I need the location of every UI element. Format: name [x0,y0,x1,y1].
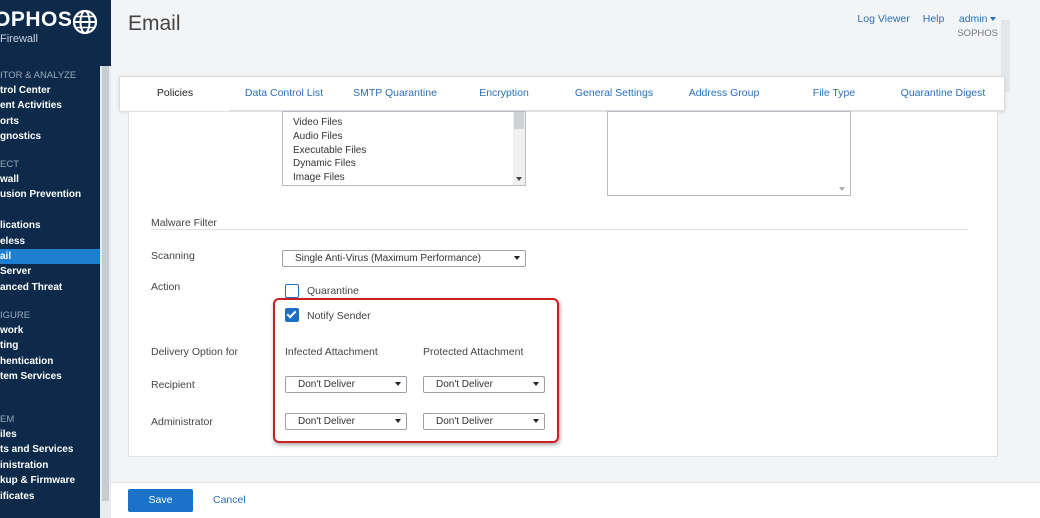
sidebar-item-backup-firmware[interactable]: kup & Firmware [0,473,100,488]
sidebar-scrollbar-thumb[interactable] [102,66,109,501]
sidebar-item-network[interactable]: work [0,323,100,338]
sidebar-item-intrusion-prevention[interactable]: usion Prevention [0,187,100,202]
admin-username[interactable]: admin [959,13,988,25]
globe-icon [72,9,98,35]
list-item[interactable]: Executable Files [283,144,525,158]
sidebar-item-certificates[interactable]: ificates [0,489,100,504]
log-viewer-link[interactable]: Log Viewer [857,13,909,39]
sidebar-section-title: IGURE [0,310,31,321]
sidebar-item-current-activities[interactable]: ent Activities [0,98,100,113]
scanning-label: Scanning [151,250,195,262]
highlight-annotation [273,298,559,443]
sidebar-item-wireless[interactable]: eless [0,234,100,249]
sidebar-item-authentication[interactable]: hentication [0,354,100,369]
product-name: Firewall [0,33,38,45]
section-divider [151,229,968,230]
listbox-scrollbar-thumb[interactable] [514,112,524,129]
sidebar-item-email[interactable]: ail [0,248,100,265]
scroll-down-arrow-icon[interactable] [839,187,845,191]
sidebar-item-firewall[interactable]: wall [0,172,100,187]
sidebar-group-system: EM iles ts and Services inistration kup … [0,412,100,504]
action-label: Action [151,281,181,293]
sidebar-group-monitor: ITOR & ANALYZE trol Center ent Activitie… [0,68,100,145]
sidebar-group-protect: ECT wall usion Prevention lications eles… [0,157,100,295]
save-button[interactable]: Save [128,489,193,512]
footer-bar [111,482,1040,518]
help-link[interactable]: Help [923,13,945,39]
policy-panel [128,111,998,457]
sidebar-item-control-center[interactable]: trol Center [0,83,100,98]
scanning-select[interactable]: Single Anti-Virus (Maximum Performance) [282,250,526,267]
page-title: Email [128,12,181,35]
scanning-select-value: Single Anti-Virus (Maximum Performance) [295,253,481,264]
sidebar-item-diagnostics[interactable]: gnostics [0,129,100,144]
admin-org: SOPHOS [957,28,998,39]
list-item[interactable]: Image Files [283,171,525,185]
tab-general-settings[interactable]: General Settings [567,77,661,110]
sidebar-item-administration[interactable]: inistration [0,458,100,473]
sidebar-item-profiles[interactable]: iles [0,427,100,442]
selected-file-types-listbox[interactable] [607,111,851,196]
sidebar-section-title: EM [0,414,15,425]
tab-smtp-quarantine[interactable]: SMTP Quarantine [346,77,444,110]
list-item[interactable]: Video Files [283,116,525,130]
tab-file-type[interactable]: File Type [800,77,868,110]
sidebar-group-configure: IGURE work ting hentication tem Services [0,308,100,385]
malware-filter-heading: Malware Filter [151,217,217,229]
sidebar-section-title: ITOR & ANALYZE [0,70,77,81]
recipient-label: Recipient [151,379,195,391]
tab-policies[interactable]: Policies [120,77,230,110]
sidebar-item-system-services[interactable]: tem Services [0,369,100,384]
sidebar-section-title: ECT [0,159,19,170]
sophos-logo: OPHOS [0,8,73,31]
sidebar-item-advanced-threat[interactable]: anced Threat [0,280,100,295]
list-item[interactable]: Dynamic Files [283,157,525,171]
tab-quarantine-digest[interactable]: Quarantine Digest [895,77,991,110]
delivery-option-label: Delivery Option for [151,346,238,358]
sidebar-item-hosts-and-services[interactable]: ts and Services [0,442,100,457]
sidebar-item-routing[interactable]: ting [0,338,100,353]
quarantine-checkbox[interactable] [285,284,299,298]
sidebar: OPHOS Firewall ITOR & ANALYZE trol Cente… [0,0,111,518]
top-links: Log Viewer Help admin SOPHOS [857,13,998,39]
list-item[interactable]: Audio Files [283,130,525,144]
tab-bar: Policies Data Control List SMTP Quaranti… [119,76,1005,111]
administrator-label: Administrator [151,416,213,428]
sidebar-item-web[interactable] [0,203,100,218]
chevron-down-icon[interactable] [990,17,997,22]
quarantine-label: Quarantine [307,285,359,297]
cancel-button[interactable]: Cancel [213,494,246,506]
sidebar-item-reports[interactable]: orts [0,114,100,129]
tab-address-group[interactable]: Address Group [681,77,767,110]
file-type-listbox[interactable]: Video Files Audio Files Executable Files… [282,111,526,186]
tab-data-control-list[interactable]: Data Control List [238,77,330,110]
chevron-down-icon [514,256,520,260]
scroll-down-arrow-icon[interactable] [516,177,522,181]
sidebar-item-web-server[interactable]: Server [0,264,100,279]
admin-menu[interactable]: admin SOPHOS [957,13,998,39]
sidebar-item-applications[interactable]: lications [0,218,100,233]
tab-encryption[interactable]: Encryption [466,77,542,110]
